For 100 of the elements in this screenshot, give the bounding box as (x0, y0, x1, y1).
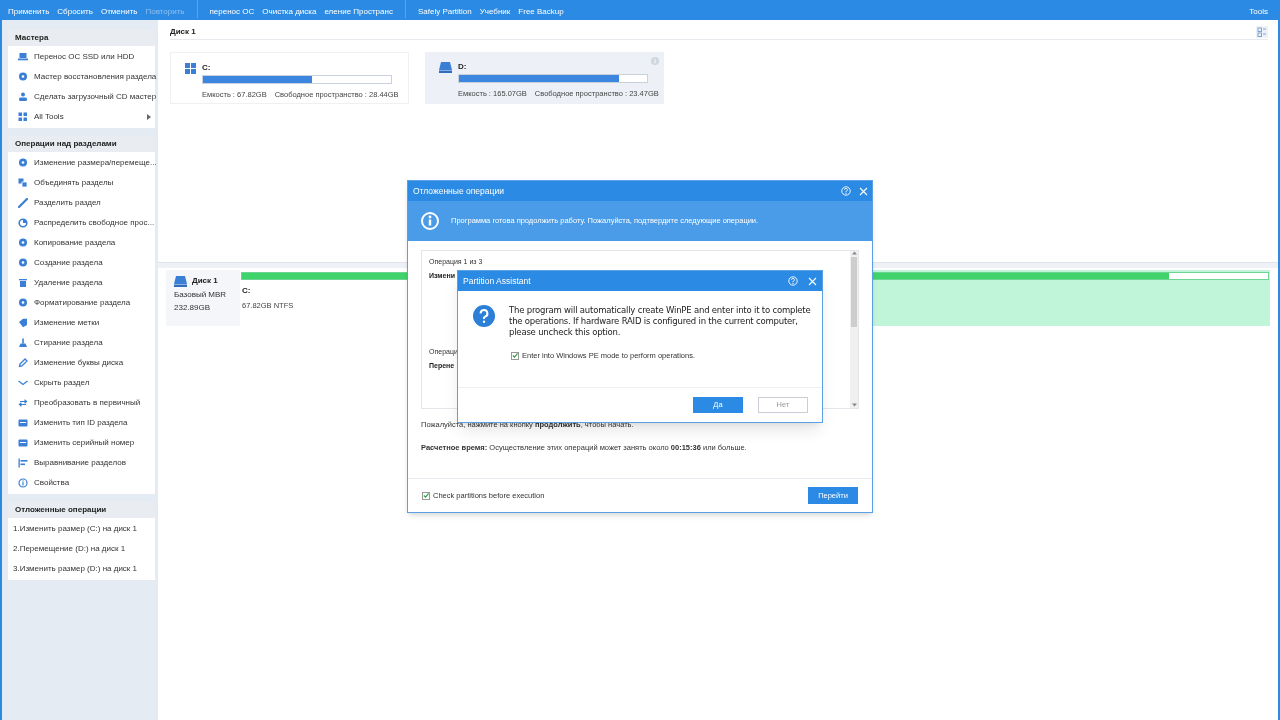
sidebar-item[interactable]: Свойства (8, 473, 155, 493)
item-label: Распределить свободное прос... (34, 217, 155, 229)
item-label: 1.Изменить размер (C:) на диск 1 (13, 523, 138, 535)
grid-icon (18, 112, 28, 122)
sidebar-item[interactable]: Объединять разделы (8, 173, 155, 193)
disk-icon (18, 298, 28, 308)
toolbar-button[interactable]: Tools (1249, 8, 1268, 16)
sidebar-item[interactable]: Сделать загрузочный CD мастер (8, 87, 155, 107)
toolbar-button[interactable]: Отменить (96, 8, 142, 16)
info-icon (651, 57, 659, 65)
close-icon[interactable] (859, 186, 868, 196)
item-label: Скрыть раздел (34, 377, 90, 389)
item-label: Создание раздела (34, 257, 103, 269)
item-label: 3.Изменить размер (D:) на диск 1 (13, 563, 138, 575)
trash-icon (18, 278, 28, 288)
disk-title: Диск 1 (170, 25, 196, 38)
item-label: Объединять разделы (34, 177, 114, 189)
sidebar-item[interactable]: 2.Перемещение (D:) на диск 1 (8, 539, 155, 559)
section-header: Отложенные операции (8, 502, 155, 518)
sidebar-item[interactable]: Стирание раздела (8, 333, 155, 353)
sidebar-item[interactable]: 1.Изменить размер (C:) на диск 1 (8, 519, 155, 539)
item-label: Изменить серийный номер (34, 437, 135, 449)
sidebar-item[interactable]: Распределить свободное прос... (8, 213, 155, 233)
sidebar-item[interactable]: Изменение буквы диска (8, 353, 155, 373)
laptop-icon (18, 52, 28, 62)
sidebar-item[interactable]: Скрыть раздел (8, 373, 155, 393)
card-icon (18, 438, 28, 448)
sidebar-item[interactable]: Преобразовать в первичный (8, 393, 155, 413)
toolbar-button[interactable]: перенос ОС (205, 8, 259, 16)
partition-letter: C: (242, 285, 251, 297)
checkbox[interactable] (422, 491, 430, 500)
squares-icon (18, 178, 28, 188)
toolbar-button[interactable]: Учебник (475, 8, 515, 16)
sidebar-item[interactable]: Перенос ОС SSD или HDD (8, 47, 155, 67)
toolbar-button[interactable]: Сбросить (53, 8, 97, 16)
item-label: Мастер восстановления раздела (34, 71, 157, 83)
sidebar-item[interactable]: Копирование раздела (8, 233, 155, 253)
disk-info-panel[interactable]: Диск 1 Базовый MBR 232.89GB (166, 270, 240, 326)
info-icon (421, 212, 439, 230)
help-icon[interactable] (788, 276, 798, 286)
slash-icon (18, 198, 28, 208)
section-header: Операции над разделами (8, 136, 155, 152)
disk-size: 232.89GB (174, 302, 212, 314)
item-label: Разделить раздел (34, 197, 101, 209)
drive-icon (439, 62, 452, 73)
volume-letter: D: (458, 62, 468, 72)
card-icon (18, 418, 28, 428)
sidebar-item[interactable]: Создание раздела (8, 253, 155, 273)
sidebar-item[interactable]: Изменение размера/перемеще... (8, 153, 155, 173)
sidebar-item[interactable]: Выравнивание разделов (8, 453, 155, 473)
windows-icon (185, 63, 196, 74)
sidebar-item[interactable]: Изменить тип ID раздела (8, 413, 155, 433)
toolbar-button[interactable]: Применить (4, 8, 54, 16)
item-label: Удаление раздела (34, 277, 103, 289)
person-icon (18, 92, 28, 102)
scrollbar[interactable] (850, 251, 858, 408)
pencil-icon (18, 358, 28, 368)
sidebar-item[interactable]: Изменить серийный номер (8, 433, 155, 453)
item-label: Сделать загрузочный CD мастер (34, 91, 157, 103)
section-header: Мастера (8, 30, 155, 46)
sidebar-item[interactable]: Удаление раздела (8, 273, 155, 293)
close-icon[interactable] (808, 276, 817, 286)
item-label: Стирание раздела (34, 337, 103, 349)
brush-icon (18, 338, 28, 348)
sidebar-item[interactable]: 3.Изменить размер (D:) на диск 1 (8, 559, 155, 579)
toolbar-button[interactable]: Safely Partition (413, 8, 476, 16)
scroll-up-icon[interactable] (851, 251, 857, 255)
sidebar-item[interactable]: Разделить раздел (8, 193, 155, 213)
bars-icon (18, 458, 28, 468)
item-label: Свойства (34, 477, 70, 489)
help-icon[interactable] (841, 186, 851, 196)
toolbar-button[interactable]: еление Пространс (320, 8, 397, 16)
item-label: All Tools (34, 111, 64, 123)
swap-arrows-icon (18, 398, 28, 408)
item-label: Изменение размера/перемеще... (34, 157, 157, 169)
view-toggle-icon[interactable] (1256, 25, 1268, 38)
toolbar-button[interactable]: Очистка диска (258, 8, 321, 16)
chevrons-icon (18, 378, 28, 388)
info-icon (18, 478, 28, 488)
item-label: Копирование раздела (34, 237, 116, 249)
disk-type: Базовый MBR (174, 289, 228, 301)
dialog-title: Partition Assistant (463, 274, 531, 288)
drive-icon (174, 275, 187, 287)
sidebar-item[interactable]: Изменение метки (8, 313, 155, 333)
checkbox[interactable] (511, 351, 519, 360)
pie-icon (18, 218, 28, 228)
item-label: Преобразовать в первичный (34, 397, 141, 409)
tag-icon (18, 318, 28, 328)
question-icon (473, 305, 495, 327)
dialog-title: Отложенные операции (413, 184, 504, 198)
sidebar-item[interactable]: Форматирование раздела (8, 293, 155, 313)
item-label: Изменить тип ID раздела (34, 417, 128, 429)
item-label: 2.Перемещение (D:) на диск 1 (13, 543, 126, 555)
toolbar-button[interactable]: Free Backup (514, 8, 568, 16)
item-label: Перенос ОС SSD или HDD (34, 51, 135, 63)
disk-icon (18, 158, 28, 168)
scroll-down-icon[interactable] (851, 403, 857, 407)
sidebar-item[interactable]: Мастер восстановления раздела (8, 67, 155, 87)
volume-letter: C: (202, 63, 212, 73)
sidebar-item[interactable]: All Tools (8, 107, 155, 127)
